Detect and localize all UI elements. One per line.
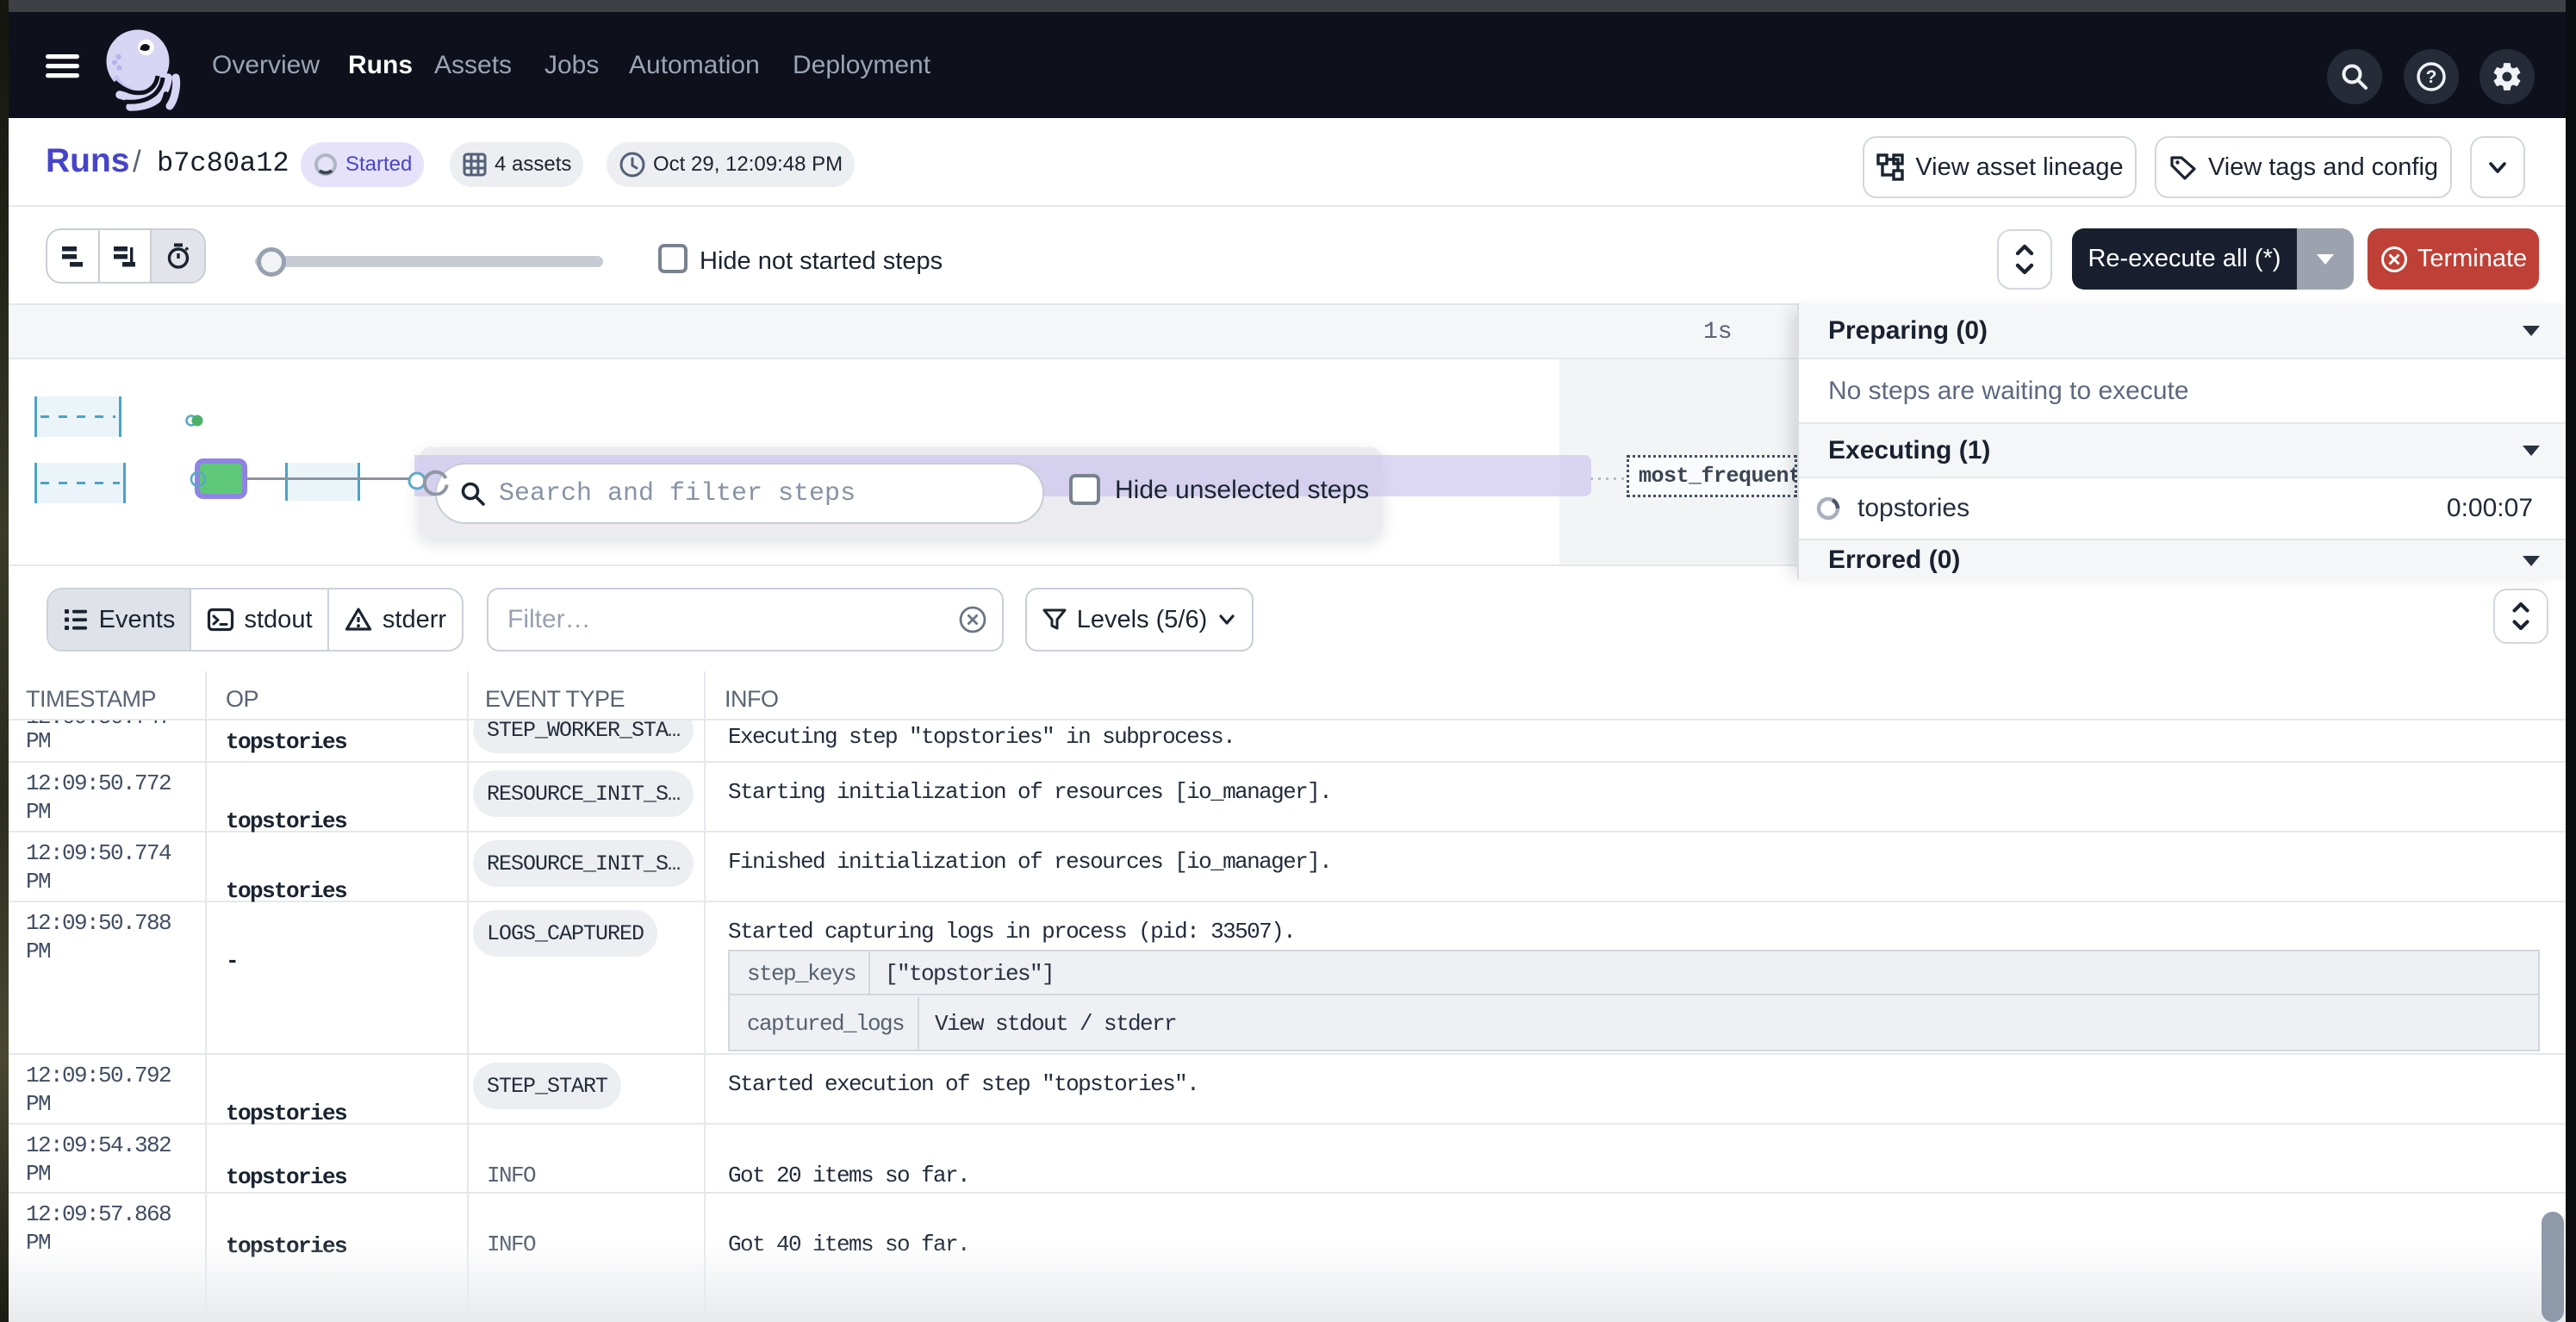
svg-text:?: ? [2426,67,2437,87]
